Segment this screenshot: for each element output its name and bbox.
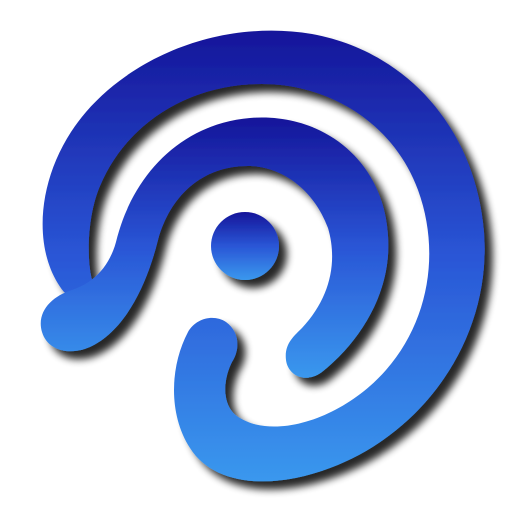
center-dot xyxy=(211,212,279,280)
logo-canvas xyxy=(0,0,512,512)
spiral-dot-logo-icon xyxy=(40,30,485,482)
